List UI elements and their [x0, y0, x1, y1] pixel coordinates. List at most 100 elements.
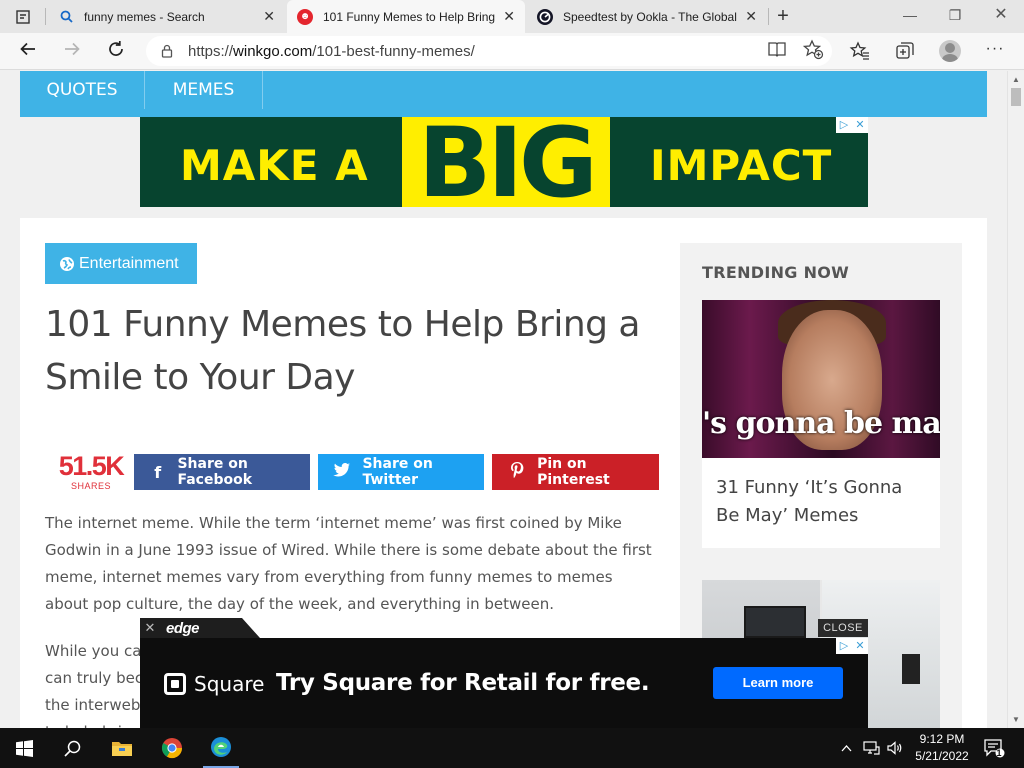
speaker-icon	[886, 741, 901, 755]
tab-title: Speedtest by Ookla - The Global	[563, 9, 737, 24]
facebook-icon: f	[154, 462, 162, 482]
lock-icon	[161, 44, 173, 58]
share-facebook-label: Share on Facebook	[177, 456, 253, 488]
pinterest-icon	[506, 461, 527, 483]
dismiss-ad-icon[interactable]: ✕	[140, 620, 160, 636]
settings-more-button[interactable]: ···	[984, 39, 1006, 61]
ad-headline: Try Square for Retail for free.	[276, 670, 650, 696]
scrollbar-thumb[interactable]	[1011, 88, 1021, 106]
new-tab-button[interactable]: +	[772, 5, 794, 27]
network-icon	[862, 741, 880, 755]
tab-separator	[768, 8, 769, 25]
ad-text-big: BIG	[402, 117, 610, 207]
tab-actions-button[interactable]	[6, 6, 40, 28]
image-picture-frame	[744, 606, 806, 638]
tab-speedtest[interactable]: Speedtest by Ookla - The Global ✕	[527, 0, 767, 33]
site-navigation: QUOTES MEMES	[20, 71, 987, 117]
search-taskbar-button[interactable]	[54, 728, 90, 768]
tab-funny-memes-search[interactable]: funny memes - Search ✕	[48, 0, 285, 33]
category-badge[interactable]: Entertainment	[45, 243, 197, 284]
ad-choices[interactable]: ▷ ✕	[836, 638, 868, 654]
close-tab-icon[interactable]: ✕	[745, 8, 757, 25]
chevron-up-icon	[841, 744, 851, 751]
square-brand-name: Square	[194, 672, 265, 696]
share-pinterest-label: Pin on Pinterest	[537, 456, 610, 488]
forward-arrow-icon	[65, 42, 80, 56]
edge-ad-tab: ✕ edge	[140, 618, 260, 638]
share-twitter-label: Share on Twitter	[362, 456, 433, 488]
share-count-label: SHARES	[70, 481, 111, 491]
close-tab-icon[interactable]: ✕	[263, 8, 275, 25]
winkgo-icon: ☻	[297, 8, 313, 25]
add-favorite-icon[interactable]	[802, 38, 824, 60]
twitter-icon	[332, 462, 352, 482]
image-overlay-text: 's gonna be ma	[702, 406, 940, 441]
browser-toolbar: https://winkgo.com/101-best-funny-memes/…	[0, 33, 1024, 70]
tab-winkgo-memes[interactable]: ☻ 101 Funny Memes to Help Bring ✕	[287, 0, 525, 33]
web-page: QUOTES MEMES MAKE A BIG IMPACT ▷ ✕ Enter…	[0, 71, 1007, 728]
address-bar[interactable]: https://winkgo.com/101-best-funny-memes/	[146, 36, 832, 66]
nav-memes-link[interactable]: MEMES	[145, 71, 263, 109]
folder-icon	[112, 742, 132, 756]
favorites-icon[interactable]	[849, 40, 871, 62]
search-icon	[58, 9, 74, 25]
file-explorer-button[interactable]	[104, 728, 140, 768]
trending-card-caption[interactable]: 31 Funny ‘It’s Gonna Be May’ Memes	[702, 458, 940, 546]
scroll-down-arrow-icon[interactable]: ▼	[1012, 715, 1020, 724]
bottom-sticky-ad[interactable]: Square Try Square for Retail for free. L…	[140, 638, 868, 728]
browser-tab-bar: funny memes - Search ✕ ☻ 101 Funny Memes…	[0, 0, 1024, 33]
learn-more-button[interactable]: Learn more	[713, 667, 843, 699]
restore-button[interactable]: ❐	[940, 4, 970, 26]
adchoices-icon[interactable]: ▷	[836, 638, 852, 654]
notification-count: 1	[996, 748, 1002, 758]
adchoices-icon[interactable]: ▷	[836, 117, 852, 133]
windows-taskbar: 9:12 PM 5/21/2022 1	[0, 728, 1024, 768]
close-ad-button[interactable]: CLOSE	[818, 619, 868, 637]
collections-icon[interactable]	[894, 40, 916, 62]
nav-quotes-link[interactable]: QUOTES	[20, 71, 145, 109]
trending-card-image[interactable]: 's gonna be ma	[702, 300, 940, 458]
window-close-button[interactable]: ✕	[986, 4, 1016, 26]
image-fixture	[902, 654, 920, 684]
ad-close-icon[interactable]: ✕	[852, 117, 868, 133]
globe-icon	[60, 256, 74, 271]
top-banner-ad[interactable]: MAKE A BIG IMPACT ▷ ✕	[140, 117, 868, 207]
ad-choices[interactable]: ▷ ✕	[836, 117, 868, 133]
volume-control[interactable]	[884, 728, 906, 768]
tab-separator	[45, 8, 46, 25]
back-button[interactable]	[15, 39, 41, 65]
tab-title: 101 Funny Memes to Help Bring	[323, 9, 496, 24]
edge-ad-logo: edge	[166, 619, 200, 637]
system-clock[interactable]: 9:12 PM 5/21/2022	[912, 731, 972, 765]
ad-close-icon[interactable]: ✕	[852, 638, 868, 654]
action-center-button[interactable]: 1	[980, 728, 1008, 768]
refresh-icon	[109, 41, 123, 56]
article-headline: 101 Funny Memes to Help Bring a Smile to…	[45, 304, 641, 398]
tab-actions-icon	[16, 10, 30, 24]
windows-logo-icon	[15, 739, 33, 757]
show-hidden-icons-button[interactable]	[838, 728, 854, 768]
chrome-button[interactable]	[154, 728, 190, 768]
reading-view-icon[interactable]	[766, 38, 788, 60]
trending-title: TRENDING NOW	[702, 263, 850, 282]
ad-text-left: MAKE A	[180, 141, 369, 190]
edge-button[interactable]	[203, 728, 239, 768]
profile-avatar[interactable]	[939, 40, 961, 62]
edge-icon	[211, 737, 231, 757]
start-button[interactable]	[6, 728, 42, 768]
scroll-up-arrow-icon[interactable]: ▲	[1012, 75, 1020, 84]
forward-button[interactable]	[59, 39, 85, 65]
share-twitter-button[interactable]: Share on Twitter	[318, 454, 484, 490]
network-status[interactable]	[860, 728, 882, 768]
search-icon	[63, 740, 80, 757]
article-paragraph: The internet meme. While the term ‘inter…	[45, 514, 652, 613]
close-tab-icon[interactable]: ✕	[503, 8, 515, 25]
trending-card[interactable]: 's gonna be ma 31 Funny ‘It’s Gonna Be M…	[702, 300, 940, 548]
share-count: 51.5K SHARES	[53, 451, 129, 491]
refresh-button[interactable]	[103, 39, 129, 65]
share-facebook-button[interactable]: f Share on Facebook	[134, 454, 310, 490]
vertical-scrollbar[interactable]: ▲ ▼	[1007, 71, 1024, 728]
minimize-button[interactable]: —	[895, 4, 925, 26]
share-pinterest-button[interactable]: Pin on Pinterest	[492, 454, 659, 490]
ad-text-right: IMPACT	[650, 141, 833, 190]
